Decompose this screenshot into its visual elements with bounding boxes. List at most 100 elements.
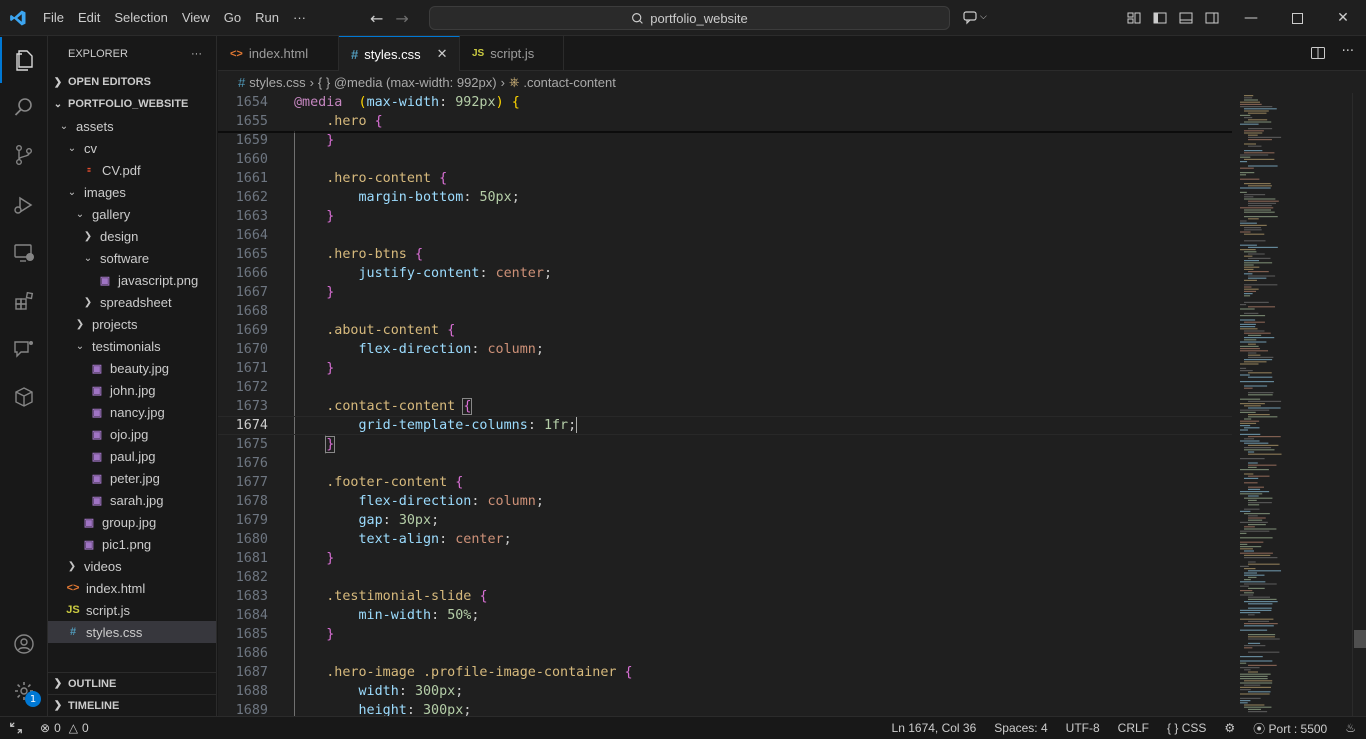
code-token: center xyxy=(455,532,504,547)
manage-gear-icon[interactable]: 1 xyxy=(0,668,48,714)
minimap[interactable] xyxy=(1232,93,1352,716)
command-center-search[interactable]: portfolio_website xyxy=(429,6,950,30)
tree-item[interactable]: ⌄ images xyxy=(48,181,216,203)
menu-item[interactable]: Run xyxy=(248,0,286,36)
chevron-down-icon[interactable]: ⌵ xyxy=(980,12,987,22)
tree-item[interactable]: ⌄ gallery xyxy=(48,203,216,225)
minimap-line xyxy=(1244,550,1254,552)
tab-script-js[interactable]: JS script.js xyxy=(460,36,564,71)
line-ending[interactable]: CRLF xyxy=(1118,721,1149,735)
tree-item[interactable]: ▣ john.jpg xyxy=(48,379,216,401)
tree-item[interactable]: ❯ videos xyxy=(48,555,216,577)
tree-item[interactable]: JS script.js xyxy=(48,599,216,621)
tree-item[interactable]: <> index.html xyxy=(48,577,216,599)
menu-item[interactable]: ··· xyxy=(286,0,313,36)
code-text: flex-direction: column; xyxy=(294,340,544,359)
cursor-position[interactable]: Ln 1674, Col 36 xyxy=(892,721,977,735)
maximize-icon[interactable] xyxy=(1274,0,1320,36)
tree-item[interactable]: # styles.css xyxy=(48,621,216,643)
breadcrumb-selector[interactable]: .contact-content xyxy=(523,75,616,90)
explorer-icon[interactable] xyxy=(0,37,48,83)
tree-item[interactable]: ▣ pic1.png xyxy=(48,533,216,555)
menu-item[interactable]: View xyxy=(175,0,217,36)
remote-indicator-icon[interactable] xyxy=(0,717,32,739)
extensions-icon[interactable] xyxy=(0,278,48,324)
line-number: 1675 xyxy=(235,437,268,452)
tree-item[interactable]: ▣ ojo.jpg xyxy=(48,423,216,445)
code-token: { xyxy=(479,589,488,604)
tree-item[interactable]: ▣ paul.jpg xyxy=(48,445,216,467)
split-editor-icon[interactable] xyxy=(1310,45,1326,61)
tree-item[interactable]: ❯ design xyxy=(48,225,216,247)
minimap-line xyxy=(1248,504,1260,506)
tree-item[interactable]: ⌄ assets xyxy=(48,115,216,137)
breadcrumb-file[interactable]: styles.css xyxy=(249,75,305,90)
tree-item[interactable]: ❯ spreadsheet xyxy=(48,291,216,313)
run-debug-icon[interactable] xyxy=(0,182,48,228)
menu-item[interactable]: Go xyxy=(217,0,248,36)
copilot-status-icon[interactable]: ⚙ xyxy=(1224,721,1235,735)
close-window-icon[interactable]: ✕ xyxy=(1320,0,1366,36)
tree-item[interactable]: ⌄ testimonials xyxy=(48,335,216,357)
code-token: height xyxy=(358,703,407,716)
timeline-section[interactable]: ❯ TIMELINE xyxy=(48,694,216,716)
minimize-icon[interactable]: — xyxy=(1228,0,1274,36)
tree-item-label: gallery xyxy=(92,206,131,222)
tree-item[interactable]: ▣ nancy.jpg xyxy=(48,401,216,423)
menu-item[interactable]: Selection xyxy=(107,0,174,36)
menu-item[interactable]: File xyxy=(36,0,71,36)
toggle-primary-sidebar-icon[interactable] xyxy=(1152,10,1168,26)
tree-item[interactable]: ▣ sarah.jpg xyxy=(48,489,216,511)
customize-layout-icon[interactable] xyxy=(1126,10,1142,26)
minimap-line xyxy=(1248,462,1258,464)
notifications-bell-icon[interactable]: ♨ xyxy=(1345,721,1356,735)
search-icon[interactable] xyxy=(0,84,48,130)
tree-item[interactable]: ▣ javascript.png xyxy=(48,269,216,291)
tree-item[interactable]: ❯ projects xyxy=(48,313,216,335)
breadcrumb-media-query[interactable]: { } @media (max-width: 992px) xyxy=(318,75,497,90)
tree-item[interactable]: ⌄ software xyxy=(48,247,216,269)
toggle-secondary-sidebar-icon[interactable] xyxy=(1204,10,1220,26)
accounts-icon[interactable] xyxy=(0,621,48,667)
package-icon[interactable] xyxy=(0,374,48,420)
outline-section[interactable]: ❯ OUTLINE xyxy=(48,672,216,694)
code-line: 1660 xyxy=(218,150,1232,169)
tree-item[interactable]: ▣ peter.jpg xyxy=(48,467,216,489)
scrollbar-thumb[interactable] xyxy=(1354,630,1366,648)
code-token: } xyxy=(326,361,335,376)
code-token: margin-bottom xyxy=(358,190,464,205)
chat-icon[interactable] xyxy=(0,326,48,372)
tab-index-html[interactable]: <> index.html xyxy=(218,36,339,71)
more-actions-icon[interactable]: ··· xyxy=(1342,45,1354,61)
code-token: : xyxy=(439,95,456,110)
language-mode[interactable]: { } CSS xyxy=(1167,721,1206,735)
project-section[interactable]: ⌄ PORTFOLIO_WEBSITE xyxy=(48,93,216,115)
problems-indicator[interactable]: ⊗ 0 △ 0 xyxy=(32,721,89,735)
tab-styles-css[interactable]: # styles.css ✕ xyxy=(339,36,460,71)
back-arrow-icon[interactable]: ← xyxy=(370,9,383,28)
tree-item-label: ojo.jpg xyxy=(110,426,149,442)
open-editors-section[interactable]: ❯ OPEN EDITORS xyxy=(48,71,216,93)
source-control-icon[interactable] xyxy=(0,132,48,178)
code-token: 300px xyxy=(414,684,456,699)
copilot-chat-icon[interactable]: ⌵ xyxy=(962,9,987,25)
menu-item[interactable]: Edit xyxy=(71,0,107,36)
indentation[interactable]: Spaces: 4 xyxy=(994,721,1047,735)
more-actions-icon[interactable]: ··· xyxy=(191,48,202,60)
tree-item[interactable]: ⹀ CV.pdf xyxy=(48,159,216,181)
remote-explorer-icon[interactable] xyxy=(0,230,48,276)
live-server-port[interactable]: ⦿ Port : 5500 xyxy=(1253,720,1327,737)
code-editor[interactable]: 1654 @media (max-width: 992px) {1655 .her… xyxy=(218,93,1232,716)
line-number: 1659 xyxy=(235,133,268,148)
tree-item[interactable]: ⌄ cv xyxy=(48,137,216,159)
forward-arrow-icon[interactable]: → xyxy=(395,9,408,28)
tree-item[interactable]: ▣ group.jpg xyxy=(48,511,216,533)
close-tab-icon[interactable]: ✕ xyxy=(437,46,448,62)
editor-scrollbar[interactable] xyxy=(1352,93,1366,716)
tree-item[interactable]: ▣ beauty.jpg xyxy=(48,357,216,379)
encoding[interactable]: UTF-8 xyxy=(1066,721,1100,735)
toggle-panel-icon[interactable] xyxy=(1178,10,1194,26)
